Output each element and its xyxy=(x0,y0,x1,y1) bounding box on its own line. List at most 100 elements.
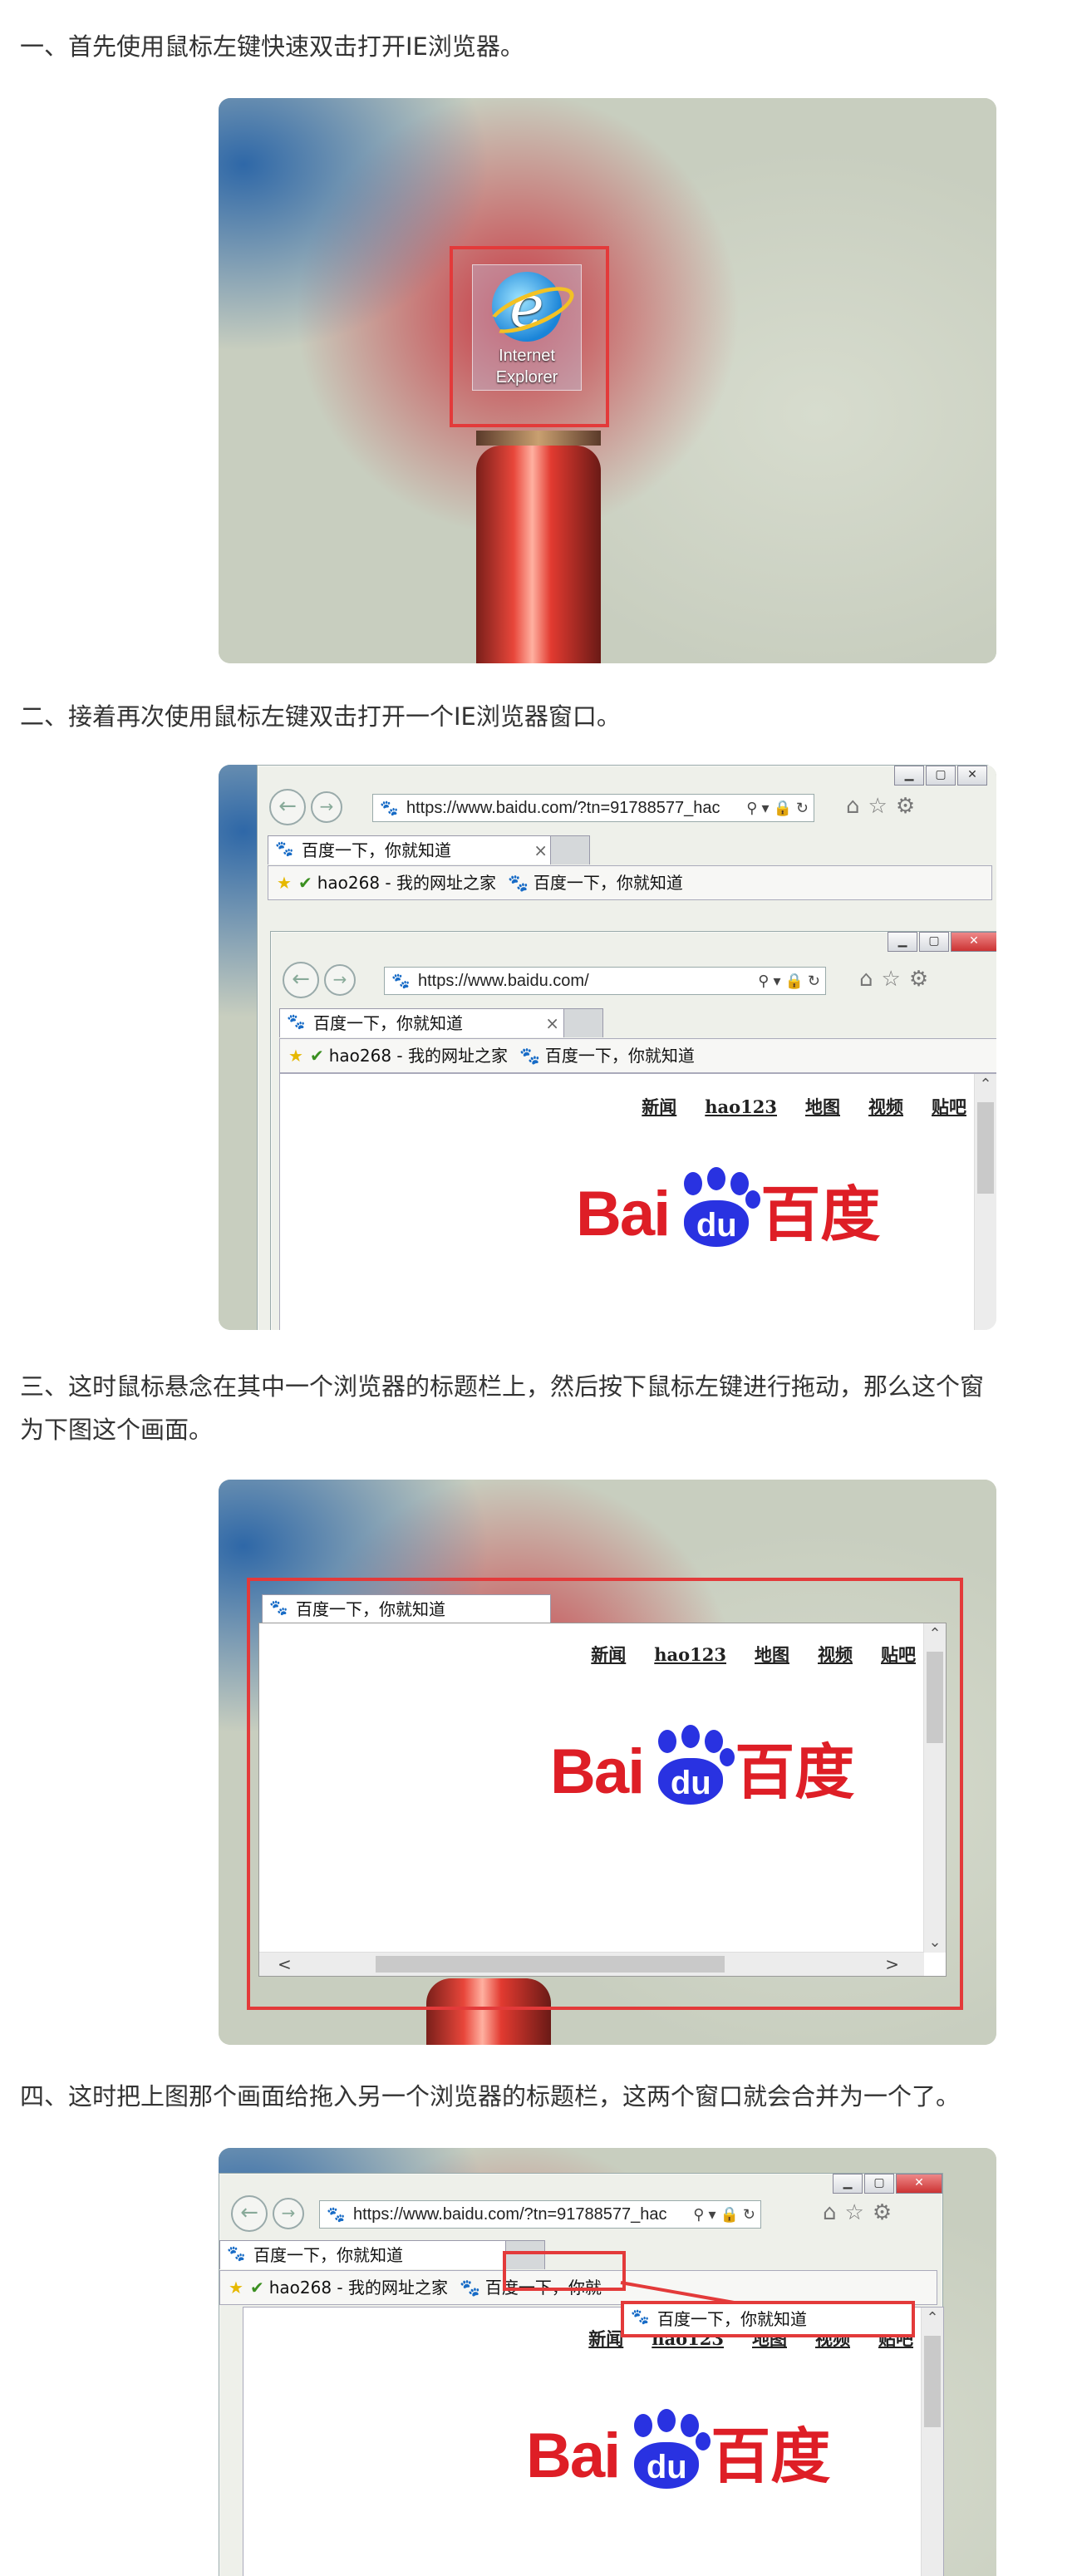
toolbar-icons[interactable]: ⌂☆⚙ xyxy=(859,967,937,992)
scroll-thumb[interactable] xyxy=(376,1956,725,1973)
logo-bai: Bai xyxy=(550,1736,645,1807)
link-hao123[interactable]: hao123 xyxy=(705,1096,777,1117)
screenshot-1: e Internet Explorer xyxy=(219,98,996,663)
link-video[interactable]: 视频 xyxy=(868,1096,903,1117)
dragged-tab[interactable]: 🐾 百度一下，你就知道 xyxy=(621,2301,915,2337)
logo-bai: Bai xyxy=(576,1179,671,1249)
ie-icon-label-2: Explorer xyxy=(495,368,558,387)
tab-baidu[interactable]: 🐾 百度一下，你就知道 × xyxy=(268,835,557,864)
scroll-thumb[interactable] xyxy=(927,1652,943,1743)
tab-baidu[interactable]: 🐾 百度一下，你就知道 × xyxy=(219,2240,532,2269)
close-button[interactable]: ✕ xyxy=(951,932,996,952)
vertical-scrollbar[interactable]: ⌃ xyxy=(974,1074,996,1330)
maximize-button[interactable]: ▢ xyxy=(864,2174,894,2194)
forward-button[interactable]: → xyxy=(324,964,356,996)
new-tab-button[interactable] xyxy=(563,1008,603,1037)
scroll-thumb[interactable] xyxy=(977,1102,994,1194)
tab-title: 百度一下，你就知道 xyxy=(296,1599,445,1619)
baidu-paw-icon: 🐾 xyxy=(631,2308,650,2326)
address-tools[interactable]: ⚲ ▾ 🔒 ↻ xyxy=(758,968,820,994)
maximize-button[interactable]: ▢ xyxy=(926,766,956,786)
tab-close-icon[interactable]: × xyxy=(545,1009,559,1037)
baidu-logo: Bai du 百度 xyxy=(576,1165,880,1253)
baidu-paw-icon: 🐾 xyxy=(287,1013,306,1031)
forward-button[interactable]: → xyxy=(273,2198,304,2229)
step-3-text-line2: 为下图这个画面。 xyxy=(20,1416,214,1444)
ie-icon-label-1: Internet xyxy=(499,347,555,365)
horizontal-scrollbar[interactable]: < > xyxy=(259,1952,924,1976)
screenshot-3: 🐾 百度一下，你就知道 新闻 hao123 地图 视频 贴吧 Bai du 百度 ⌃ ⌄ <… xyxy=(219,1480,996,2045)
address-bar[interactable]: 🐾 https://www.baidu.com/?tn=91788577_hac… xyxy=(372,794,814,822)
baidu-paw-icon: 🐾 xyxy=(275,840,294,858)
tab-title: 百度一下，你就知道 xyxy=(253,2245,403,2265)
tab-close-icon[interactable]: × xyxy=(534,836,548,864)
favorites-star-icon[interactable]: ★ xyxy=(288,1046,303,1066)
address-url: https://www.baidu.com/?tn=91788577_hac xyxy=(353,2205,667,2224)
back-button[interactable]: ← xyxy=(269,789,306,825)
fav-baidu[interactable]: 百度一下，你就知道 xyxy=(534,873,683,893)
internet-explorer-icon: e xyxy=(492,272,562,342)
link-hao123[interactable]: hao123 xyxy=(654,1644,726,1665)
link-map[interactable]: 地图 xyxy=(805,1096,840,1117)
link-tieba[interactable]: 贴吧 xyxy=(881,1644,916,1665)
tab-baidu[interactable]: 🐾 百度一下，你就知道 × xyxy=(279,1008,568,1037)
tab-baidu[interactable]: 🐾 百度一下，你就知道 xyxy=(262,1594,551,1623)
vertical-scrollbar[interactable]: ⌃ xyxy=(921,2308,943,2576)
fav-hao268[interactable]: hao268 - 我的网址之家 xyxy=(317,873,496,893)
tab-title: 百度一下，你就知道 xyxy=(302,840,451,860)
baidu-paw-logo-icon: du xyxy=(619,2409,711,2489)
link-news[interactable]: 新闻 xyxy=(591,1644,626,1665)
favorites-bar: ★ ✔ hao268 - 我的网址之家 🐾 百度一下，你就知道 xyxy=(279,1038,996,1073)
link-video[interactable]: 视频 xyxy=(818,1644,853,1665)
scroll-up-icon[interactable]: ⌃ xyxy=(975,1076,996,1093)
minimize-button[interactable]: ▁ xyxy=(833,2174,863,2194)
step-4-text: 四、这时把上图那个画面给拖入另一个浏览器的标题栏，这两个窗口就会合并为一个了。 xyxy=(20,2082,961,2111)
link-map[interactable]: 地图 xyxy=(755,1644,789,1665)
scroll-up-icon[interactable]: ⌃ xyxy=(924,1625,946,1643)
baidu-paw-icon: 🐾 xyxy=(227,2245,246,2263)
logo-cn: 百度 xyxy=(760,1182,881,1249)
address-bar[interactable]: 🐾 https://www.baidu.com/?tn=91788577_hac… xyxy=(319,2200,761,2229)
scroll-down-icon[interactable]: ⌄ xyxy=(924,1933,946,1951)
baidu-top-links: 新闻 hao123 地图 视频 贴吧 xyxy=(613,1094,966,1119)
address-bar[interactable]: 🐾 https://www.baidu.com/ ⚲ ▾ 🔒 ↻ xyxy=(384,967,826,995)
address-tools[interactable]: ⚲ ▾ 🔒 ↻ xyxy=(746,795,809,821)
back-button[interactable]: ← xyxy=(231,2195,268,2232)
browser-window-front: ▁ ▢ ✕ ← → 🐾 https://www.baidu.com/ ⚲ ▾ 🔒… xyxy=(270,931,996,1330)
scroll-left-icon[interactable]: < xyxy=(278,1953,292,1976)
logo-cn: 百度 xyxy=(711,2424,831,2490)
close-button[interactable]: ✕ xyxy=(896,2174,942,2194)
toolbar-icons[interactable]: ⌂☆⚙ xyxy=(846,794,923,819)
baidu-paw-icon: 🐾 xyxy=(519,1046,540,1066)
minimize-button[interactable]: ▁ xyxy=(894,766,924,786)
browser-window: ▁ ▢ ✕ ← → 🐾 https://www.baidu.com/?tn=91… xyxy=(219,2173,944,2576)
baidu-paw-icon: 🐾 xyxy=(327,2206,346,2223)
tab-title: 百度一下，你就知道 xyxy=(657,2309,807,2329)
toolbar-icons[interactable]: ⌂☆⚙ xyxy=(823,2200,900,2225)
fav-baidu[interactable]: 百度一下，你就知道 xyxy=(545,1046,695,1066)
hao-icon: ✔ xyxy=(249,2278,264,2298)
step-1-text: 一、首先使用鼠标左键快速双击打开IE浏览器。 xyxy=(20,32,524,61)
bottle xyxy=(476,446,601,663)
scroll-up-icon[interactable]: ⌃ xyxy=(922,2309,943,2327)
vertical-scrollbar[interactable]: ⌃ ⌄ xyxy=(923,1623,946,1953)
close-button[interactable]: ✕ xyxy=(957,766,987,786)
address-tools[interactable]: ⚲ ▾ 🔒 ↻ xyxy=(693,2201,755,2228)
forward-button[interactable]: → xyxy=(311,791,342,823)
ie-desktop-icon[interactable]: e Internet Explorer xyxy=(472,264,582,391)
fav-hao268[interactable]: hao268 - 我的网址之家 xyxy=(269,2278,448,2298)
favorites-star-icon[interactable]: ★ xyxy=(229,2278,243,2298)
minimize-button[interactable]: ▁ xyxy=(888,932,917,952)
link-tieba[interactable]: 贴吧 xyxy=(932,1096,966,1117)
fav-hao268[interactable]: hao268 - 我的网址之家 xyxy=(329,1046,508,1066)
new-tab-button[interactable] xyxy=(550,835,590,864)
favorites-star-icon[interactable]: ★ xyxy=(277,873,292,893)
baidu-top-links: 新闻 hao123 地图 视频 贴吧 xyxy=(563,1642,916,1667)
scroll-thumb[interactable] xyxy=(924,2336,941,2427)
link-news[interactable]: 新闻 xyxy=(588,2328,623,2349)
baidu-page: 新闻 hao123 地图 视频 贴吧 ⌃ Bai du 百度 xyxy=(243,2307,944,2576)
scroll-right-icon[interactable]: > xyxy=(885,1953,899,1976)
link-news[interactable]: 新闻 xyxy=(642,1096,676,1117)
maximize-button[interactable]: ▢ xyxy=(919,932,949,952)
back-button[interactable]: ← xyxy=(283,962,319,998)
